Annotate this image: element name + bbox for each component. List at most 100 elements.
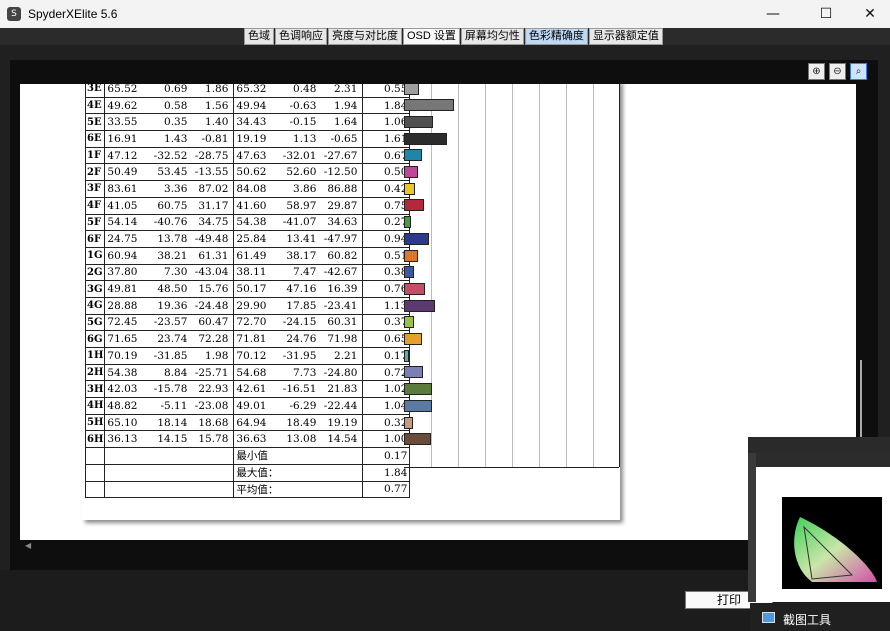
delta-e-value: 0.50	[362, 163, 411, 182]
lab-value: 70.12	[236, 349, 267, 362]
spyder-app-icon: S	[7, 7, 21, 21]
delta-e-bar	[404, 232, 430, 245]
delta-e-bar	[404, 166, 418, 178]
lab-value: 37.80	[107, 266, 138, 279]
tab-3[interactable]: OSD 设置	[403, 28, 460, 45]
measured-lab: 72.70 -24.15 60.31	[233, 313, 364, 332]
delta-e-value: 1.06	[362, 113, 411, 132]
table-row: 5E 33.55 0.35 1.40 34.43 -0.15 1.64 1.06	[84, 113, 411, 132]
lab-value: 36.63	[236, 433, 267, 446]
delta-e-value: 0.67	[362, 146, 411, 165]
patch-id: 2G	[84, 263, 106, 282]
lab-value: 61.49	[236, 249, 267, 262]
preview-gamut-chart	[782, 497, 882, 589]
reference-lab: 49.81 48.50 15.76	[104, 280, 235, 298]
measured-lab: 50.17 47.16 16.39	[233, 280, 364, 298]
summary-empty	[84, 447, 106, 465]
delta-e-bar	[404, 115, 433, 128]
lab-value: 33.55	[107, 116, 138, 129]
lab-value: 38.17	[286, 249, 317, 262]
close-icon[interactable]: ✕	[850, 2, 890, 26]
lab-value: 71.65	[107, 333, 138, 346]
delta-e-value: 1.13	[362, 296, 411, 315]
lab-value: 7.73	[293, 366, 317, 379]
lab-value: 65.32	[236, 84, 267, 95]
lab-value: 1.98	[205, 349, 229, 362]
taskbar-snipping-tool[interactable]: 截图工具	[750, 603, 890, 631]
report-viewport[interactable]: 3E 65.52 0.69 1.86 65.32 0.48 2.31 0.55 4E 49.62 0…	[20, 84, 856, 540]
tab-6[interactable]: 显示器额定值	[588, 28, 663, 45]
table-row: 3H 42.03 -15.78 22.93 42.61 -16.51 21.83 1.02	[84, 380, 411, 399]
table-row: 3G 49.81 48.50 15.76 50.17 47.16 16.39 0.76	[84, 280, 411, 298]
lab-value: 49.81	[107, 283, 138, 296]
lab-value: 0.69	[164, 84, 188, 95]
tab-2[interactable]: 亮度与对比度	[328, 28, 402, 45]
reference-lab: 72.45 -23.57 60.47	[104, 313, 235, 332]
reference-lab: 24.75 13.78 -49.48	[104, 230, 235, 248]
patch-id: 4E	[84, 96, 106, 115]
tab-1[interactable]: 色调响应	[275, 28, 327, 45]
delta-e-value: 0.17	[362, 347, 411, 365]
table-row: 1G 60.94 38.21 61.31 61.49 38.17 60.82 0.51	[84, 246, 411, 265]
patch-id: 5E	[84, 113, 106, 132]
delta-e-bar-chart	[404, 84, 620, 467]
delta-e-value: 1.84	[362, 96, 411, 115]
minimize-icon[interactable]: —	[753, 2, 793, 26]
gamut-diagram-icon	[794, 517, 877, 582]
measured-lab: 64.94 18.49 19.19	[233, 413, 364, 432]
patch-id: 2F	[84, 163, 106, 182]
delta-e-bar	[404, 316, 414, 329]
scroll-left-icon[interactable]: ◀	[25, 541, 31, 550]
lab-value: 52.60	[286, 166, 317, 179]
summary-row: 平均值： 0.77	[84, 480, 411, 499]
lab-value: 60.31	[327, 316, 358, 329]
lab-value: -15.78	[153, 383, 188, 396]
lab-value: -6.29	[289, 399, 317, 412]
delta-e-value: 0.94	[362, 230, 411, 248]
zoom-in-icon[interactable]: ⊕	[808, 63, 825, 80]
lab-value: -5.11	[160, 399, 188, 412]
lab-value: 29.90	[236, 299, 267, 312]
lab-value: 65.52	[107, 84, 138, 95]
lab-value: 54.38	[236, 216, 267, 229]
report-page: 3E 65.52 0.69 1.86 65.32 0.48 2.31 0.55 4E 49.62 0…	[82, 84, 620, 520]
measured-lab: 84.08 3.86 86.88	[233, 180, 364, 198]
measured-lab: 38.11 7.47 -42.67	[233, 263, 364, 282]
summary-label: 最大值：	[233, 463, 364, 482]
lab-value: -43.04	[194, 266, 229, 279]
reference-lab: 36.13 14.15 15.78	[104, 430, 235, 449]
lab-value: 31.17	[198, 199, 229, 212]
lab-value: 83.61	[107, 182, 138, 195]
lab-value: 60.47	[198, 316, 229, 329]
patch-id: 3G	[84, 280, 106, 298]
lab-value: -24.48	[194, 299, 229, 312]
delta-e-bar	[404, 149, 423, 162]
reference-lab: 83.61 3.36 87.02	[104, 180, 235, 198]
tab-4[interactable]: 屏幕均匀性	[460, 28, 524, 45]
measured-lab: 54.38 -41.07 34.63	[233, 213, 364, 232]
snipping-tool-preview[interactable]	[748, 437, 890, 602]
grid-line	[458, 84, 459, 467]
lab-value: -13.55	[194, 166, 229, 179]
lab-value: 25.84	[236, 233, 267, 246]
maximize-icon[interactable]: ☐	[806, 2, 846, 26]
lab-value: 19.36	[157, 299, 188, 312]
lab-value: 34.75	[198, 216, 229, 229]
table-row: 6F 24.75 13.78 -49.48 25.84 13.41 -47.97 0.94	[84, 230, 411, 248]
table-row: 2F 50.49 53.45 -13.55 50.62 52.60 -12.50 0.50	[84, 163, 411, 182]
measured-lab: 29.90 17.85 -23.41	[233, 296, 364, 315]
measured-lab: 19.19 1.13 -0.65	[233, 130, 364, 148]
tab-0[interactable]: 色域	[244, 28, 274, 45]
lab-value: 38.21	[157, 249, 188, 262]
zoom-out-icon[interactable]: ⊖	[829, 63, 846, 80]
lab-value: 54.68	[236, 366, 267, 379]
summary-value: 1.84	[362, 463, 411, 482]
tab-5[interactable]: 色彩精确度	[524, 28, 588, 45]
preview-toolbar	[756, 453, 890, 467]
summary-value: 0.77	[362, 480, 411, 499]
delta-e-bar	[404, 132, 448, 145]
zoom-fit-icon[interactable]: ⌕	[850, 63, 867, 80]
patch-id: 4G	[84, 296, 106, 315]
lab-value: 48.82	[107, 399, 138, 412]
lab-value: 28.88	[107, 299, 138, 312]
